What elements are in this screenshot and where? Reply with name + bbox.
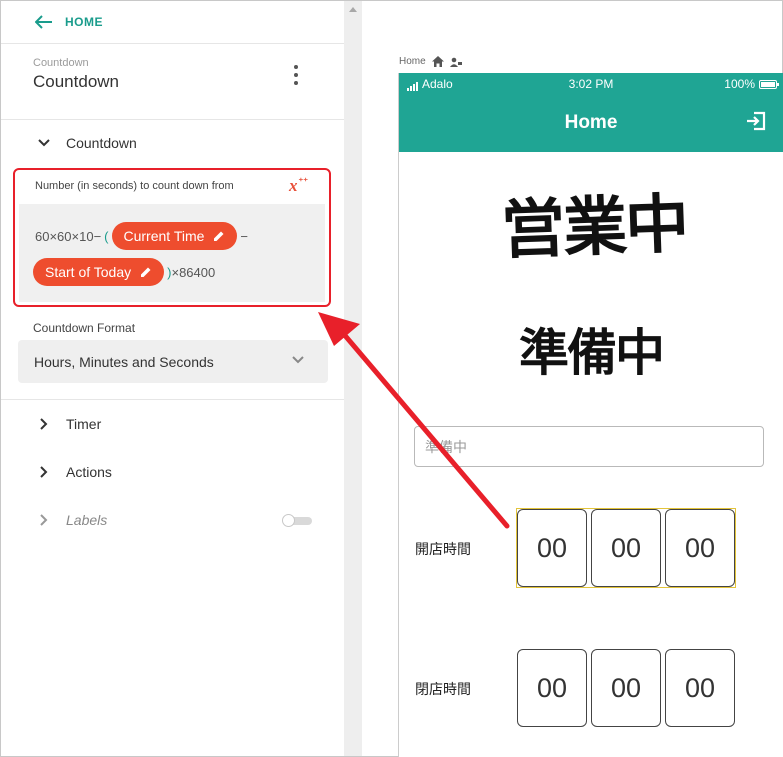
- chevron-down-icon: [38, 137, 50, 149]
- chevron-right-icon: [38, 514, 50, 526]
- countdown-format-value: Hours, Minutes and Seconds: [34, 354, 214, 370]
- formula-label: Number (in seconds) to count down from: [35, 180, 234, 192]
- app-bar-title: Home: [564, 112, 618, 133]
- formula-paren-open: (: [104, 228, 109, 244]
- battery-icon: [759, 79, 779, 89]
- section-countdown-label: Countdown: [66, 135, 137, 151]
- component-name[interactable]: Countdown: [33, 72, 119, 92]
- status-text-input[interactable]: [414, 426, 764, 467]
- section-countdown[interactable]: Countdown: [38, 135, 137, 151]
- magic-text-glyph: x: [289, 176, 298, 195]
- formula-editor[interactable]: 60×60×10− ( Current Time − Start of Toda…: [19, 204, 325, 302]
- formula-text: ×86400: [171, 264, 216, 280]
- open-time-label: 開店時間: [415, 541, 471, 557]
- countdown-format-label: Countdown Format: [33, 321, 136, 335]
- user-lock-icon: [449, 57, 462, 67]
- chevron-right-icon: [38, 466, 50, 478]
- section-actions[interactable]: Actions: [38, 464, 112, 480]
- screen-name: Home: [399, 56, 426, 67]
- section-labels-label: Labels: [66, 512, 108, 528]
- countdown-hours: 00: [517, 649, 587, 727]
- status-text-input-field[interactable]: [423, 427, 757, 467]
- battery: 100%: [724, 77, 779, 91]
- back-home-label: HOME: [65, 15, 103, 29]
- start-of-today-pill[interactable]: Start of Today: [33, 258, 165, 286]
- divider: [1, 399, 344, 400]
- more-options-icon[interactable]: [289, 65, 303, 85]
- arrow-left-icon: [35, 15, 52, 29]
- countdown-minutes: 00: [591, 649, 661, 727]
- formula-text: 60×60×10−: [35, 228, 102, 244]
- chevron-right-icon: [38, 418, 50, 430]
- open-status-image[interactable]: 営業中: [499, 173, 689, 271]
- countdown-seconds: 00: [665, 649, 735, 727]
- close-time-label: 閉店時間: [415, 681, 471, 697]
- start-of-today-pill-label: Start of Today: [45, 264, 132, 280]
- editor-canvas: Home Adalo 3:02 PM 100% Home 営業中 準備中 準備中…: [362, 1, 783, 757]
- labels-toggle[interactable]: [282, 514, 312, 528]
- app-bar: Home: [399, 95, 783, 152]
- current-time-pill-label: Current Time: [123, 228, 205, 244]
- chevron-down-icon: [292, 356, 304, 364]
- battery-percent: 100%: [724, 77, 755, 91]
- pencil-icon[interactable]: [140, 266, 152, 278]
- formula-line-1: 60×60×10− ( Current Time −: [35, 222, 251, 250]
- divider: [1, 119, 344, 120]
- current-time-pill[interactable]: Current Time: [111, 222, 238, 250]
- status-bar: Adalo 3:02 PM 100%: [399, 73, 783, 95]
- section-timer[interactable]: Timer: [38, 416, 101, 432]
- formula-field: Number (in seconds) to count down from x…: [13, 168, 331, 307]
- formula-line-2: Start of Today ) ×86400: [33, 258, 218, 286]
- countdown-hours: 00: [517, 509, 587, 587]
- formula-minus: −: [240, 228, 249, 244]
- countdown-seconds: 00: [665, 509, 735, 587]
- close-time-countdown[interactable]: 00 00 00: [517, 649, 735, 727]
- countdown-minutes: 00: [591, 509, 661, 587]
- screen-name-label[interactable]: Home: [399, 56, 462, 67]
- scroll-up-arrow-icon[interactable]: [349, 7, 357, 12]
- scrollbar[interactable]: [344, 1, 362, 756]
- preparing-status-image[interactable]: 準備中: [519, 313, 665, 385]
- section-timer-label: Timer: [66, 416, 102, 432]
- logout-icon[interactable]: [745, 111, 767, 131]
- section-labels[interactable]: Labels: [38, 512, 107, 528]
- pencil-icon[interactable]: [213, 230, 225, 242]
- home-icon: [431, 56, 444, 67]
- section-actions-label: Actions: [66, 464, 112, 480]
- phone-screen: Adalo 3:02 PM 100% Home 営業中 準備中 開店時間 00 …: [398, 73, 783, 757]
- open-time-countdown[interactable]: 00 00 00: [516, 508, 736, 588]
- countdown-format-select[interactable]: Hours, Minutes and Seconds: [18, 340, 328, 383]
- magic-text-icon[interactable]: x⁺⁺: [289, 176, 308, 196]
- component-type-label: Countdown: [33, 57, 89, 69]
- divider: [1, 43, 344, 44]
- back-home-link[interactable]: HOME: [35, 15, 103, 29]
- left-panel: HOME Countdown Countdown Countdown Numbe…: [1, 1, 345, 756]
